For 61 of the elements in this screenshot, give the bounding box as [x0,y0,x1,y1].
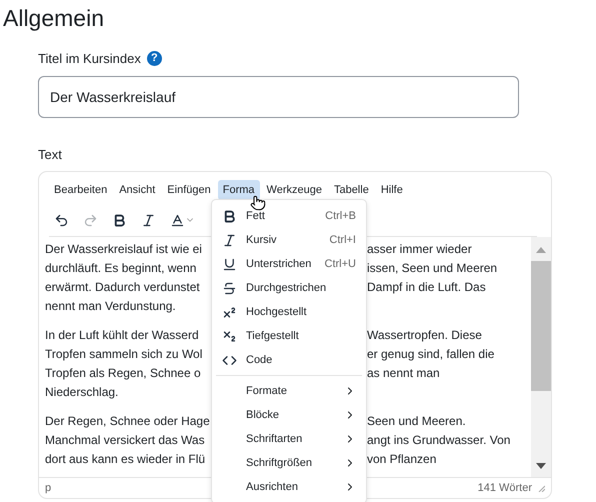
italic-icon[interactable] [141,212,156,228]
element-path[interactable]: p [45,482,52,494]
body-text: angt ins Grundwasser. Von [367,432,512,449]
menu-option[interactable]: Fett Ctrl+B [212,204,366,228]
underline-icon [222,256,237,272]
scrollbar[interactable] [531,237,551,477]
submenu-option[interactable]: Schriftgrößen [212,451,366,475]
menu-item[interactable]: Einfügen [162,180,216,200]
body-text: Dampf in die Luft. Das [367,279,487,296]
submenu-option[interactable]: Schriftarten [212,427,366,451]
scroll-down-icon[interactable] [536,463,546,469]
body-text: Seen und Meeren. [367,413,467,430]
body-text: dort aus kann es wieder in Flü [45,451,206,468]
help-icon[interactable]: ? [146,50,162,66]
menu-option[interactable]: Code [212,348,366,372]
body-text: Manchmal versickert das Was [45,432,206,449]
menu-item[interactable]: Tabelle [328,180,374,200]
menu-item[interactable]: Werkzeuge [262,180,327,200]
menu-option[interactable]: Hochgestellt [212,300,366,324]
menu-item[interactable]: Hilfe [376,180,408,200]
bold-icon[interactable] [112,212,127,228]
bold-icon [222,208,237,224]
menu-option[interactable]: Kursiv Ctrl+I [212,228,366,252]
page-heading: Allgemein [2,4,105,32]
body-text: issen, Seen und Meeren [367,260,498,277]
body-text: von Pflanzen [367,451,438,468]
italic-icon [222,232,237,248]
body-text: Der Regen, Schnee oder Hage [45,413,211,430]
submenu-option[interactable]: Blöcke [212,403,366,427]
body-text: asser immer wieder [367,241,473,258]
body-text: erwärmt. Dadurch verdunstet [45,279,201,296]
strikethrough-icon [222,280,237,296]
menu-item[interactable]: Bearbeiten [49,180,112,200]
menu-item[interactable]: Ansicht [114,180,160,200]
scrollbar-thumb[interactable] [531,261,551,391]
body-text: nennt man Verdunstung. [45,298,177,315]
superscript-icon [222,304,237,320]
body-text: as nennt man [367,365,441,382]
menu-option[interactable]: Tiefgestellt [212,324,366,348]
menu-option[interactable]: Durchgestrichen [212,276,366,300]
field-label: Text [38,146,62,162]
submenu-option[interactable]: Ausrichten [212,475,366,499]
body-text: durchläuft. Es beginnt, wenn [45,260,198,277]
body-text: Wassertropfen. Diese [367,327,483,344]
title-input[interactable]: Der Wasserkreislauf [38,76,519,118]
menu-option[interactable]: Unterstrichen Ctrl+U [212,252,366,276]
submenu-option[interactable]: Formate [212,379,366,403]
body-text: Tropfen sammeln sich zu Wol [45,346,204,363]
body-text: Tropfen als Regen, Schnee o [45,365,202,382]
menu-item[interactable]: Forma [218,180,260,200]
undo-icon[interactable] [54,212,69,228]
body-text: er genug sind, fallen die [367,346,496,363]
scroll-up-icon[interactable] [536,247,546,253]
subscript-icon [222,328,237,344]
body-text: Niederschlag. [45,384,120,401]
body-text: Der Wasserkreislauf ist wie ei [45,241,203,258]
text-color-icon[interactable] [170,212,185,228]
body-text: In der Luft kühlt der Wasserd [45,327,200,344]
resize-grip-icon[interactable] [538,484,545,492]
word-count: 141 Wörter [478,482,532,494]
field-label: Titel im Kursindex [38,50,141,66]
